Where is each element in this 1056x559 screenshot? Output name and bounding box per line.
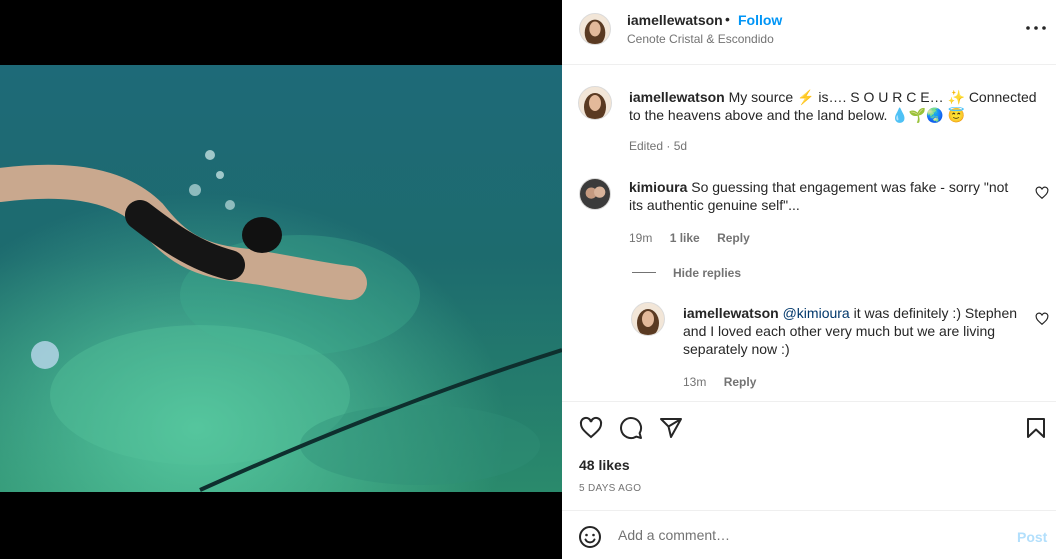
reply-meta: 13m Reply [683, 375, 770, 389]
composer-divider [562, 510, 1056, 511]
reply-mention[interactable]: @kimioura [783, 305, 850, 321]
likes-count[interactable]: 48 likes [579, 457, 630, 473]
author-avatar[interactable] [579, 13, 611, 45]
comment-like-icon[interactable] [1035, 186, 1049, 200]
reply-avatar[interactable] [631, 302, 665, 336]
caption: iamellewatson My source ⚡ is…. S O U R C… [629, 88, 1049, 124]
hide-replies-line [632, 272, 656, 273]
add-comment-input[interactable] [618, 527, 998, 543]
post-media [0, 0, 562, 559]
header-divider [562, 64, 1056, 65]
comment-username[interactable]: kimioura [629, 179, 687, 195]
post-photo [0, 65, 562, 492]
comment: kimioura So guessing that engagement was… [629, 178, 1009, 214]
hide-replies-button[interactable]: Hide replies [673, 266, 741, 280]
post-location[interactable]: Cenote Cristal & Escondido [627, 32, 774, 46]
comment-time: 19m [629, 231, 653, 245]
heart-icon[interactable] [579, 416, 603, 440]
author-username[interactable]: iamellewatson [627, 12, 723, 28]
caption-avatar[interactable] [578, 86, 612, 120]
emoji-icon[interactable] [578, 525, 602, 549]
reply: iamellewatson @kimioura it was definitel… [683, 304, 1023, 358]
comments-panel: iamellewatson • Follow Cenote Cristal & … [562, 0, 1056, 559]
reply-time: 13m [683, 375, 707, 389]
reply-like-icon[interactable] [1035, 312, 1049, 326]
commenter-avatar[interactable] [579, 178, 611, 210]
post-date: 5 DAYS AGO [579, 483, 642, 494]
comment-icon[interactable] [619, 416, 643, 440]
header-separator: • [725, 11, 730, 27]
bookmark-icon[interactable] [1024, 416, 1048, 440]
share-icon[interactable] [659, 416, 683, 440]
comment-likes[interactable]: 1 like [670, 231, 700, 245]
comment-meta: 19m 1 like Reply [629, 231, 764, 245]
post-comment-button[interactable]: Post [1017, 529, 1047, 545]
actions-divider [562, 401, 1056, 402]
more-options-icon[interactable] [1024, 18, 1048, 38]
follow-button[interactable]: Follow [738, 12, 782, 28]
reply-username[interactable]: iamellewatson [683, 305, 779, 321]
reply-reply-button[interactable]: Reply [724, 375, 757, 389]
caption-meta: Edited · 5d [629, 139, 688, 153]
comment-reply-button[interactable]: Reply [717, 231, 750, 245]
caption-username[interactable]: iamellewatson [629, 89, 725, 105]
